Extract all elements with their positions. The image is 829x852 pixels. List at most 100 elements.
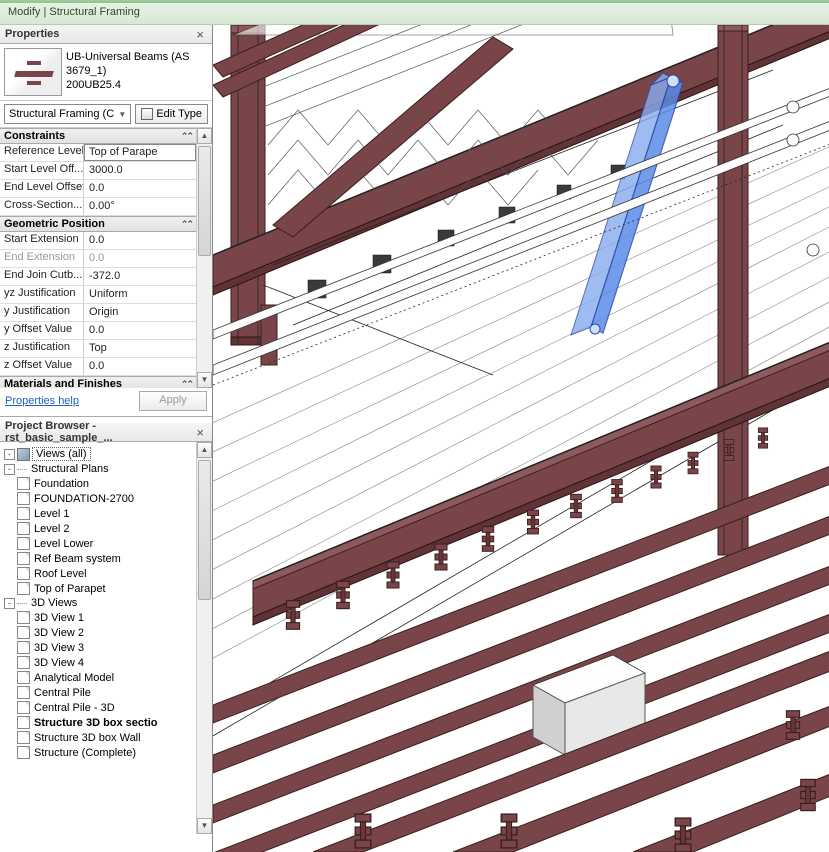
property-label: Cross-Section...: [0, 198, 84, 215]
tree-item[interactable]: 3D View 3: [4, 641, 210, 654]
tree-item[interactable]: Structure (Complete): [4, 746, 210, 759]
property-label: Start Extension: [0, 232, 84, 249]
tree-item[interactable]: Level 2: [4, 522, 210, 535]
property-value[interactable]: 0.0: [84, 358, 196, 375]
tree-label: 3D Views: [29, 597, 79, 609]
tree-item[interactable]: - 3D Views: [4, 597, 210, 609]
group-title: Materials and Finishes: [4, 378, 122, 388]
tree-label: 3D View 3: [32, 642, 86, 654]
property-row[interactable]: z Offset Value0.0: [0, 358, 196, 376]
property-value[interactable]: 0.0: [84, 180, 196, 197]
property-value[interactable]: 0.00°: [84, 198, 196, 215]
sheet-icon: [17, 492, 30, 505]
property-value[interactable]: -372.0: [84, 268, 196, 285]
tree-item[interactable]: Central Pile: [4, 686, 210, 699]
tree-item[interactable]: Foundation: [4, 477, 210, 490]
property-value[interactable]: 0.0: [84, 250, 196, 267]
tree-toggle[interactable]: -: [4, 449, 15, 460]
tree-label: Central Pile - 3D: [32, 702, 117, 714]
tree-item[interactable]: Ref Beam system: [4, 552, 210, 565]
property-row[interactable]: End Level Offset0.0: [0, 180, 196, 198]
tree-label: Ref Beam system: [32, 553, 123, 565]
tree-label: Structure (Complete): [32, 747, 138, 759]
project-browser-header: Project Browser - rst_basic_sample_... ×: [0, 423, 212, 442]
property-value[interactable]: Uniform: [84, 286, 196, 303]
category-filter-combo[interactable]: Structural Framing (C ▼: [4, 104, 131, 124]
tree-label: Level 1: [32, 508, 71, 520]
tree-item[interactable]: Top of Parapet: [4, 582, 210, 595]
property-label: End Level Offset: [0, 180, 84, 197]
tree-label: 3D View 4: [32, 657, 86, 669]
properties-help-link[interactable]: Properties help: [5, 395, 79, 407]
property-value[interactable]: 0.0: [84, 232, 196, 249]
property-value[interactable]: Top of Parape: [84, 144, 196, 161]
property-label: Start Level Off...: [0, 162, 84, 179]
property-row[interactable]: End Extension0.0: [0, 250, 196, 268]
property-label: y Justification: [0, 304, 84, 321]
collapse-icon: ⌃⌃: [181, 131, 192, 142]
collapse-icon: ⌃⌃: [181, 379, 192, 389]
property-value[interactable]: 3000.0: [84, 162, 196, 179]
sheet-icon: [17, 552, 30, 565]
property-row[interactable]: yz JustificationUniform: [0, 286, 196, 304]
tree-item[interactable]: Central Pile - 3D: [4, 701, 210, 714]
property-row[interactable]: y Offset Value0.0: [0, 322, 196, 340]
tree-item[interactable]: Level Lower: [4, 537, 210, 550]
3d-viewport[interactable]: [213, 25, 829, 852]
property-value[interactable]: Origin: [84, 304, 196, 321]
tree-item[interactable]: 3D View 4: [4, 656, 210, 669]
property-value[interactable]: 0.0: [84, 322, 196, 339]
sheet-icon: [17, 507, 30, 520]
property-group-header[interactable]: Constraints⌃⌃: [0, 128, 196, 144]
property-row[interactable]: z JustificationTop: [0, 340, 196, 358]
scroll-down-button[interactable]: ▼: [197, 372, 212, 388]
close-icon[interactable]: ×: [193, 425, 207, 440]
tree-item[interactable]: Structure 3D box sectio: [4, 716, 210, 729]
property-row[interactable]: Start Extension0.0: [0, 232, 196, 250]
property-value[interactable]: Top: [84, 340, 196, 357]
property-row[interactable]: End Join Cutb...-372.0: [0, 268, 196, 286]
family-type-label: UB-Universal Beams (AS 3679_1) 200UB25.4: [66, 48, 208, 92]
tree-toggle[interactable]: -: [4, 464, 15, 475]
collapse-icon: ⌃⌃: [181, 219, 192, 230]
tree-item[interactable]: Roof Level: [4, 567, 210, 580]
tree-label: 3D View 1: [32, 612, 86, 624]
properties-scrollbar[interactable]: ▲ ▼: [196, 128, 212, 388]
edit-type-button[interactable]: Edit Type: [135, 104, 208, 124]
apply-button[interactable]: Apply: [139, 391, 207, 411]
edit-type-label: Edit Type: [156, 108, 202, 120]
property-row[interactable]: Reference LevelTop of Parape: [0, 144, 196, 162]
tree-label: Level Lower: [32, 538, 95, 550]
property-row[interactable]: Cross-Section...0.00°: [0, 198, 196, 216]
property-row[interactable]: y JustificationOrigin: [0, 304, 196, 322]
tree-label: Foundation: [32, 478, 91, 490]
property-label: z Justification: [0, 340, 84, 357]
tree-item[interactable]: 3D View 1: [4, 611, 210, 624]
scroll-thumb[interactable]: [198, 460, 211, 600]
close-icon[interactable]: ×: [193, 27, 207, 42]
scroll-up-button[interactable]: ▲: [197, 442, 212, 458]
tree-label: Level 2: [32, 523, 71, 535]
tree-item[interactable]: Structure 3D box Wall: [4, 731, 210, 744]
tree-item[interactable]: Level 1: [4, 507, 210, 520]
tree-toggle[interactable]: -: [4, 598, 15, 609]
scroll-up-button[interactable]: ▲: [197, 128, 212, 144]
tree-item[interactable]: -Views (all): [4, 447, 210, 461]
scroll-down-button[interactable]: ▼: [197, 818, 212, 834]
tree-item[interactable]: Analytical Model: [4, 671, 210, 684]
property-group-header[interactable]: Geometric Position⌃⌃: [0, 216, 196, 232]
project-browser-title: Project Browser - rst_basic_sample_...: [5, 420, 193, 444]
sheet-icon: [17, 686, 30, 699]
tree-item[interactable]: FOUNDATION-2700: [4, 492, 210, 505]
tree-label: Structural Plans: [29, 463, 111, 475]
tree-item[interactable]: - Structural Plans: [4, 463, 210, 475]
cube-icon: [17, 448, 30, 461]
browser-scrollbar[interactable]: ▲ ▼: [196, 442, 212, 834]
property-row[interactable]: Start Level Off...3000.0: [0, 162, 196, 180]
property-label: yz Justification: [0, 286, 84, 303]
type-selector[interactable]: UB-Universal Beams (AS 3679_1) 200UB25.4: [0, 44, 212, 101]
property-label: z Offset Value: [0, 358, 84, 375]
tree-item[interactable]: 3D View 2: [4, 626, 210, 639]
property-group-header[interactable]: Materials and Finishes ⌃⌃: [0, 376, 196, 388]
scroll-thumb[interactable]: [198, 146, 211, 256]
